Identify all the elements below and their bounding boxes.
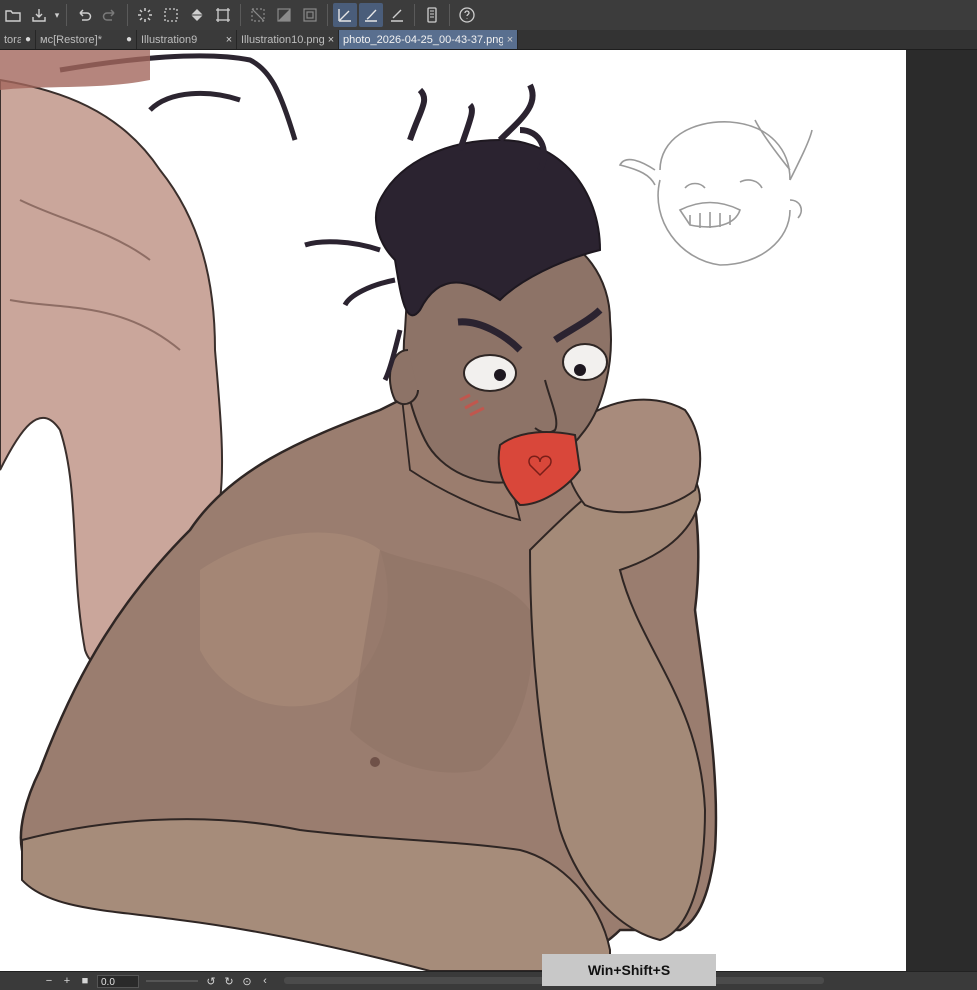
device-icon[interactable]: [420, 3, 444, 27]
selection-icon[interactable]: [159, 3, 183, 27]
modified-dot-icon: ●: [125, 34, 133, 45]
toolbar-divider: [66, 4, 67, 26]
modified-dot-icon: ●: [24, 34, 32, 45]
shortcut-hint-overlay: Win+Shift+S: [542, 954, 716, 986]
transform-icon[interactable]: [211, 3, 235, 27]
document-tab-bar: tora ● мс[Restore]* ● Illustration9 × Il…: [0, 30, 977, 50]
tab-label: Illustration10.png: [241, 33, 324, 46]
tab-label: tora: [4, 33, 21, 46]
artwork-illustration: [0, 50, 813, 971]
redo-icon[interactable]: [98, 3, 122, 27]
tab-restore[interactable]: мс[Restore]* ●: [36, 30, 137, 49]
main-toolbar: ▾: [0, 0, 977, 31]
rotate-right-button[interactable]: ↻: [221, 974, 237, 988]
tab-illustration9[interactable]: Illustration9 ×: [137, 30, 237, 49]
close-icon[interactable]: ×: [222, 34, 236, 46]
tab-label: мс[Restore]*: [40, 33, 102, 46]
eraser-line-icon[interactable]: [385, 3, 409, 27]
open-folder-icon[interactable]: [1, 3, 25, 27]
rotation-angle-input[interactable]: 0.0: [97, 974, 139, 988]
tab-label: Illustration9: [141, 33, 198, 46]
invert-selection-icon[interactable]: [272, 3, 296, 27]
save-icon[interactable]: [27, 3, 51, 27]
undo-icon[interactable]: [72, 3, 96, 27]
close-icon[interactable]: ×: [503, 34, 517, 46]
toolbar-divider: [240, 4, 241, 26]
tab-illustration10[interactable]: Illustration10.png ×: [237, 30, 339, 49]
toolbar-divider: [127, 4, 128, 26]
tab-photo-active[interactable]: photo_2026-04-25_00-43-37.png ×: [339, 30, 518, 49]
pen-tool-icon[interactable]: [333, 3, 357, 27]
reset-view-button[interactable]: ⊙: [239, 974, 255, 988]
collapse-button[interactable]: ‹: [257, 974, 273, 988]
close-icon[interactable]: ×: [324, 34, 338, 46]
help-icon[interactable]: [455, 3, 479, 27]
toolbar-divider: [327, 4, 328, 26]
zoom-in-button[interactable]: +: [59, 974, 75, 988]
drawing-canvas[interactable]: [0, 50, 906, 971]
toolbar-divider: [449, 4, 450, 26]
fill-icon[interactable]: [185, 3, 209, 27]
loading-spinner-icon[interactable]: [133, 3, 157, 27]
deselect-icon[interactable]: [246, 3, 270, 27]
zoom-out-button[interactable]: −: [41, 974, 57, 988]
brush-tool-icon[interactable]: [359, 3, 383, 27]
rotation-slider[interactable]: [146, 976, 198, 986]
tab-tora[interactable]: tora ●: [0, 30, 36, 49]
tab-label: photo_2026-04-25_00-43-37.png: [343, 33, 503, 46]
canvas-viewport[interactable]: [0, 50, 977, 971]
rotate-left-button[interactable]: ↺: [203, 974, 219, 988]
crop-icon[interactable]: [298, 3, 322, 27]
chevron-down-icon[interactable]: ▾: [52, 3, 62, 27]
sketch-doodle: [618, 119, 813, 266]
toolbar-divider: [414, 4, 415, 26]
status-bar: − + ■ 0.0 ↺ ↻ ⊙ ‹: [0, 971, 977, 990]
stop-button[interactable]: ■: [77, 974, 93, 988]
